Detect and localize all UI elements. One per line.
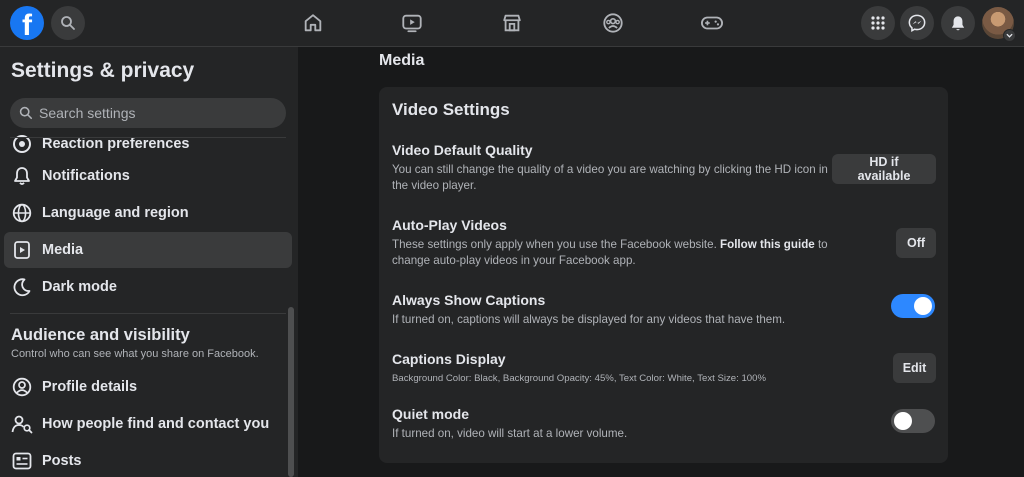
facebook-logo-letter: f — [22, 9, 32, 40]
search-button[interactable] — [51, 6, 85, 40]
posts-icon — [11, 450, 33, 472]
sidebar-item-language-region[interactable]: Language and region — [4, 195, 292, 231]
setting-title: Captions Display — [392, 351, 506, 367]
video-settings-card: Video Settings Video Default Quality You… — [379, 87, 948, 463]
description-text: These settings only apply when you use t… — [392, 238, 721, 251]
captions-toggle[interactable] — [891, 294, 935, 318]
sidebar-item-label: How people find and contact you — [42, 416, 270, 432]
sidebar-divider — [10, 137, 286, 138]
globe-icon — [11, 202, 33, 224]
gaming-icon — [701, 16, 723, 30]
messenger-button[interactable] — [900, 6, 934, 40]
sidebar-item-label: Notifications — [42, 168, 130, 184]
home-icon — [304, 14, 322, 32]
find-contact-icon — [11, 413, 33, 435]
sidebar-item-label: Language and region — [42, 205, 189, 221]
sidebar-item-notifications[interactable]: Notifications — [4, 158, 292, 194]
video-quality-button[interactable]: HD if available — [832, 154, 936, 184]
setting-description: These settings only apply when you use t… — [392, 237, 862, 269]
sidebar-item-dark-mode[interactable]: Dark mode — [4, 269, 292, 305]
setting-description: If turned on, video will start at a lowe… — [392, 427, 628, 440]
sidebar-item-label: Media — [42, 242, 84, 258]
auto-play-button[interactable]: Off — [896, 228, 936, 258]
gaming-nav-button[interactable] — [700, 11, 724, 35]
sidebar-item-label: Dark mode — [42, 279, 117, 295]
sidebar-divider — [10, 313, 286, 314]
groups-nav-button[interactable] — [601, 11, 625, 35]
settings-nav-list: Reaction preferences Notifications Langu… — [4, 133, 292, 477]
facebook-logo[interactable]: f — [10, 6, 44, 40]
search-settings-input[interactable] — [39, 105, 269, 121]
sidebar-item-profile-details[interactable]: Profile details — [4, 369, 292, 405]
sidebar-item-find-contact[interactable]: How people find and contact you — [4, 406, 292, 442]
sidebar-item-label: Posts — [42, 453, 82, 469]
setting-description: Background Color: Black, Background Opac… — [392, 373, 766, 384]
sidebar-item-label: Profile details — [42, 379, 138, 395]
settings-sidebar: Settings & privacy Reaction preferences — [0, 47, 298, 477]
marketplace-nav-button[interactable] — [500, 11, 524, 35]
messenger-icon — [908, 14, 926, 32]
sidebar-title: Settings & privacy — [11, 59, 195, 82]
watch-nav-button[interactable] — [400, 11, 424, 35]
search-settings-box[interactable] — [10, 98, 286, 128]
top-navigation-bar: f — [0, 0, 1024, 47]
setting-always-show-captions: Always Show Captions If turned on, capti… — [392, 292, 832, 328]
setting-title: Quiet mode — [392, 406, 470, 422]
sidebar-item-media[interactable]: Media — [4, 232, 292, 268]
chevron-down-icon — [1006, 33, 1013, 38]
setting-title: Always Show Captions — [392, 292, 546, 308]
menu-button[interactable] — [861, 6, 895, 40]
groups-icon — [603, 13, 623, 33]
menu-grid-icon — [871, 16, 885, 30]
setting-description: You can still change the quality of a vi… — [392, 163, 828, 192]
watch-icon — [402, 14, 422, 33]
search-icon — [61, 16, 75, 30]
account-menu-badge[interactable] — [1003, 29, 1016, 42]
sidebar-item-posts[interactable]: Posts — [4, 443, 292, 477]
media-icon — [11, 239, 33, 261]
search-icon — [19, 106, 33, 120]
quiet-mode-toggle[interactable] — [891, 409, 935, 433]
home-nav-button[interactable] — [301, 11, 325, 35]
bell-icon — [11, 165, 33, 187]
bell-icon — [951, 15, 965, 30]
setting-quiet-mode: Quiet mode If turned on, video will star… — [392, 406, 832, 442]
notifications-button[interactable] — [941, 6, 975, 40]
toggle-knob — [914, 297, 932, 315]
setting-video-default-quality: Video Default Quality You can still chan… — [392, 142, 832, 194]
section-title-audience: Audience and visibility — [11, 326, 190, 344]
section-description-audience: Control who can see what you share on Fa… — [11, 348, 259, 360]
toggle-knob — [894, 412, 912, 430]
follow-guide-link[interactable]: Follow this guide — [720, 238, 815, 251]
setting-title: Auto-Play Videos — [392, 217, 507, 233]
sidebar-item-label: Reaction preferences — [42, 136, 190, 152]
profile-icon — [11, 376, 33, 398]
moon-icon — [11, 276, 33, 298]
page-title: Media — [379, 52, 425, 69]
marketplace-icon — [503, 14, 521, 32]
setting-title: Video Default Quality — [392, 142, 533, 158]
captions-display-edit-button[interactable]: Edit — [893, 353, 936, 383]
setting-captions-display: Captions Display Background Color: Black… — [392, 351, 832, 387]
sidebar-scrollbar[interactable] — [288, 307, 294, 477]
setting-auto-play-videos: Auto-Play Videos These settings only app… — [392, 217, 862, 269]
setting-description: If turned on, captions will always be di… — [392, 313, 786, 326]
card-title: Video Settings — [392, 100, 510, 119]
